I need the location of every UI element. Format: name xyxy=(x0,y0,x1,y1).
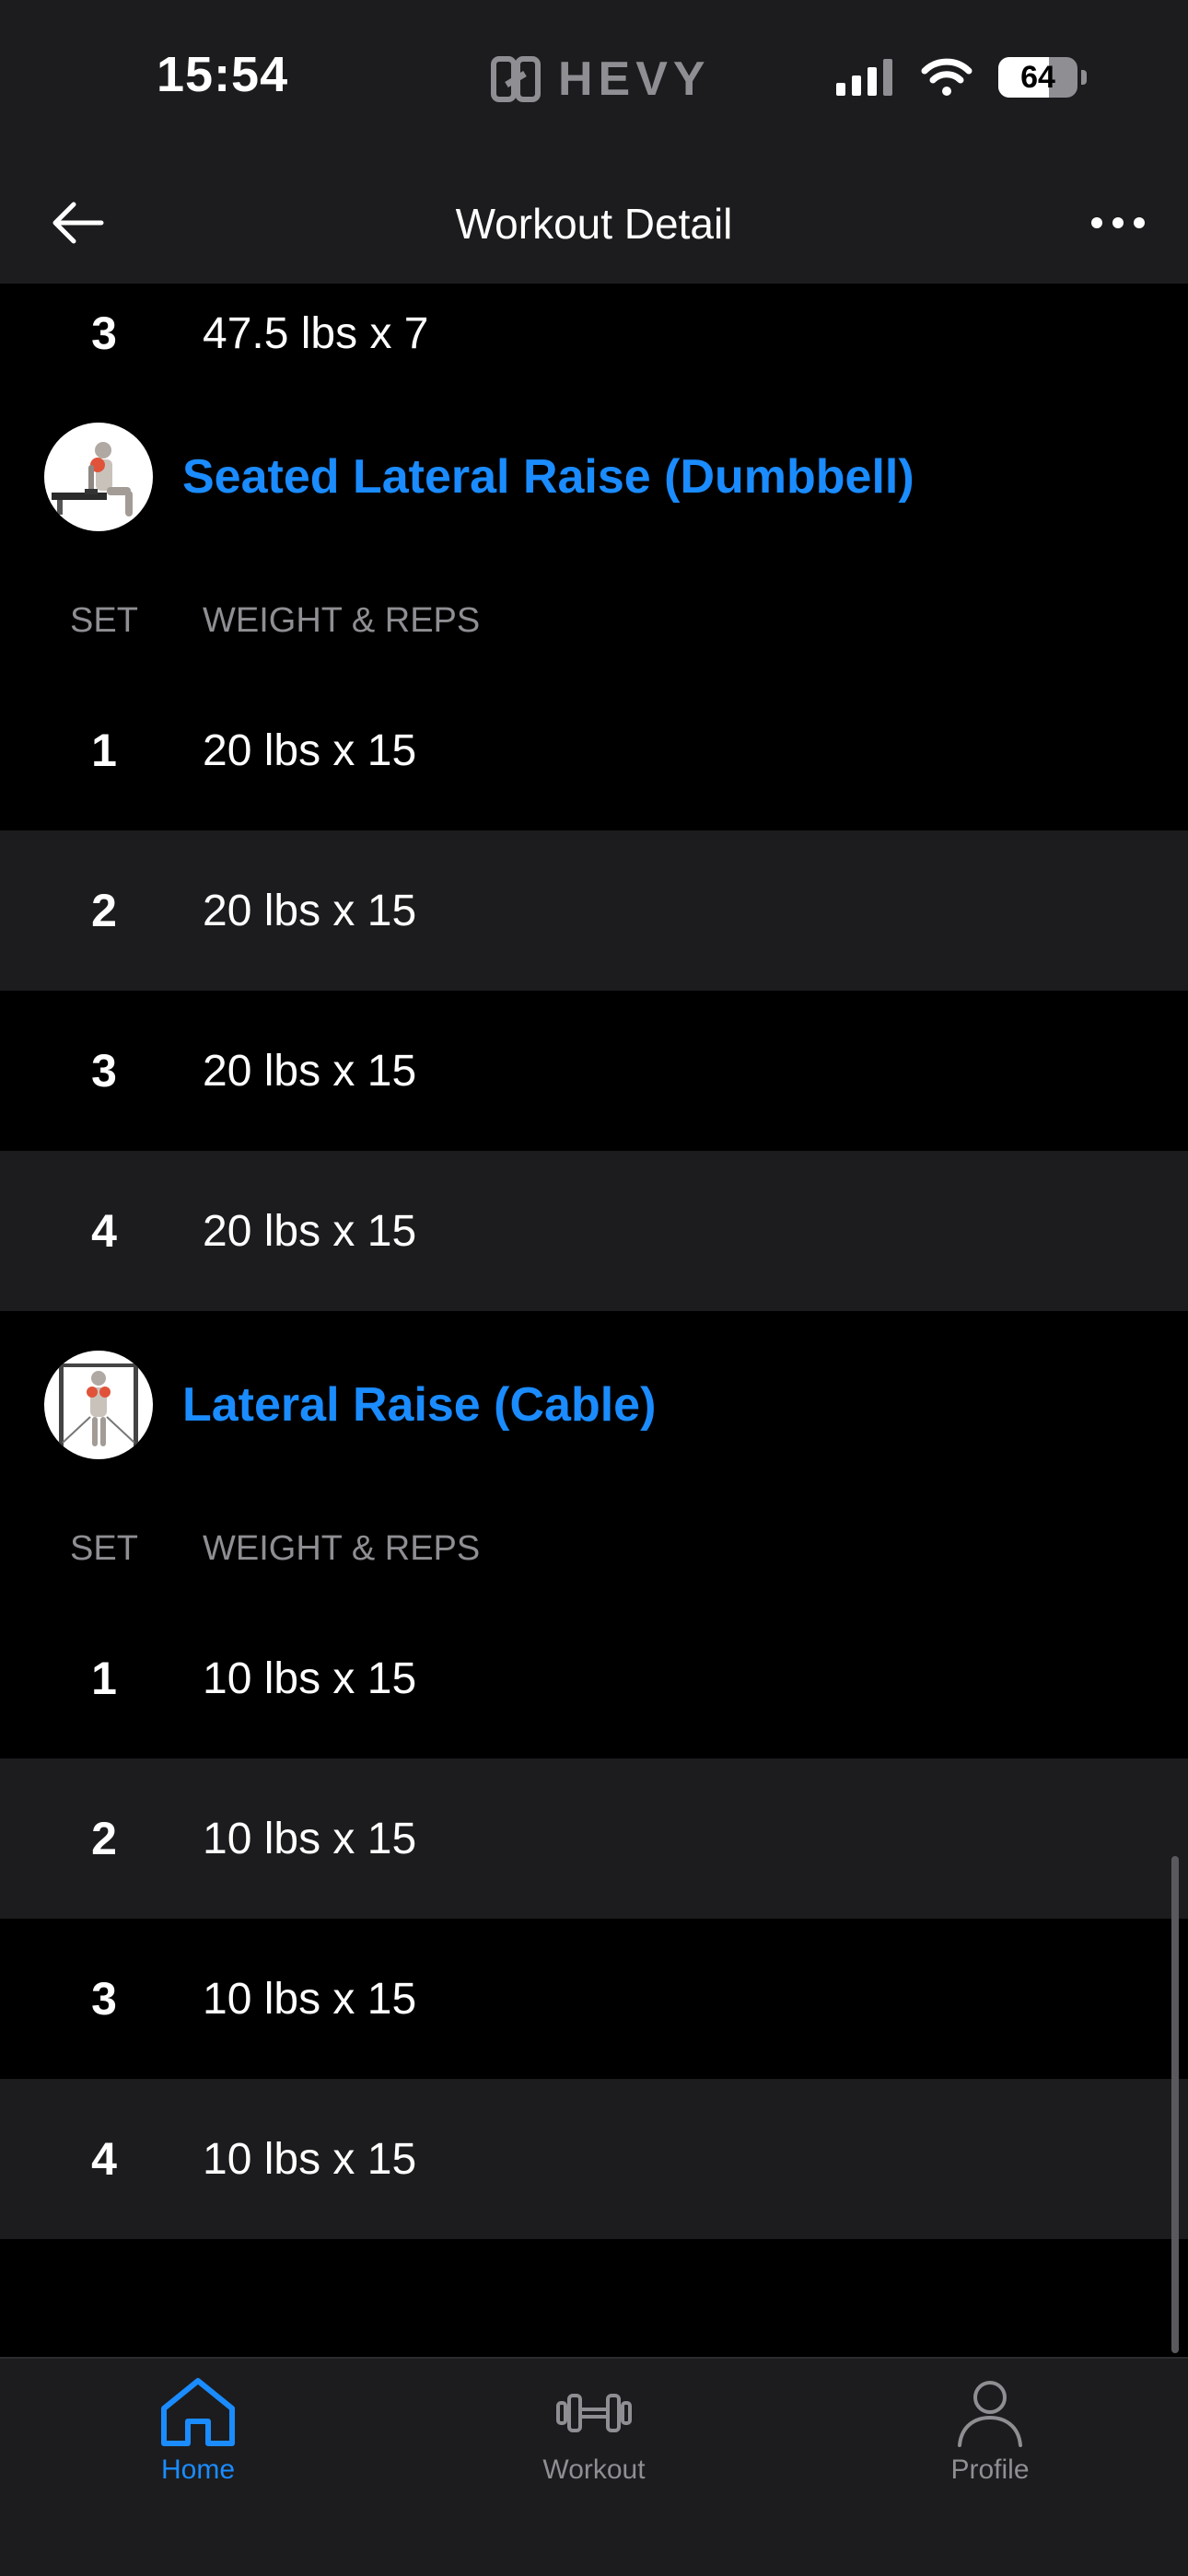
set-weight-reps: 10 lbs x 15 xyxy=(203,2134,417,2184)
tab-profile[interactable]: Profile xyxy=(792,2359,1188,2576)
tab-bar: Home Workout Profile xyxy=(0,2357,1188,2576)
signal-bars-icon xyxy=(836,59,892,96)
tab-home-label: Home xyxy=(160,2454,236,2485)
set-weight-reps: 20 lbs x 15 xyxy=(203,1206,417,1256)
weight-reps-column-header: WEIGHT & REPS xyxy=(203,600,481,640)
status-icons: 64 xyxy=(836,57,1087,98)
set-weight-reps: 20 lbs x 15 xyxy=(203,725,417,775)
exercise-title[interactable]: Lateral Raise (Cable) xyxy=(182,1377,656,1433)
set-row: 4 20 lbs x 15 xyxy=(0,1151,1188,1311)
set-number: 3 xyxy=(91,1045,117,1097)
column-headers: SET WEIGHT & REPS xyxy=(0,1499,1188,1598)
navigation-header: Workout Detail xyxy=(0,162,1188,284)
set-weight-reps: 20 lbs x 15 xyxy=(203,1046,417,1096)
more-options-button[interactable] xyxy=(1081,193,1155,252)
set-row: 3 20 lbs x 15 xyxy=(0,991,1188,1151)
set-weight-reps: 47.5 lbs x 7 xyxy=(203,308,429,358)
wifi-icon xyxy=(921,58,973,96)
set-row: 3 47.5 lbs x 7 xyxy=(0,284,1188,383)
set-number: 2 xyxy=(91,1813,117,1864)
status-bar: 15:54 HEVY 64 xyxy=(0,0,1188,162)
battery-level-text: 64 xyxy=(1020,59,1055,95)
set-number: 1 xyxy=(91,725,117,776)
set-row: 1 20 lbs x 15 xyxy=(0,670,1188,830)
hevy-logo-icon xyxy=(491,56,541,102)
set-column-header: SET xyxy=(70,600,138,640)
set-row: 2 20 lbs x 15 xyxy=(0,830,1188,991)
hevy-logo-text: HEVY xyxy=(558,52,711,106)
set-number: 1 xyxy=(91,1653,117,1704)
exercise-header[interactable]: Lateral Raise (Cable) xyxy=(0,1311,1188,1499)
exercise-thumbnail[interactable] xyxy=(44,423,153,531)
set-row: 2 10 lbs x 15 xyxy=(0,1758,1188,1919)
set-weight-reps: 20 lbs x 15 xyxy=(203,886,417,935)
set-number: 4 xyxy=(91,1205,117,1257)
set-column-header: SET xyxy=(70,1528,138,1568)
hevy-logo: HEVY xyxy=(486,52,711,107)
tab-workout[interactable]: Workout xyxy=(396,2359,792,2576)
weight-reps-column-header: WEIGHT & REPS xyxy=(203,1528,481,1568)
exercise-header[interactable]: Seated Lateral Raise (Dumbbell) xyxy=(0,383,1188,571)
exercise-thumbnail[interactable] xyxy=(44,1351,153,1459)
set-weight-reps: 10 lbs x 15 xyxy=(203,1654,417,1703)
tab-profile-label: Profile xyxy=(950,2454,1030,2485)
workout-detail-content[interactable]: 3 47.5 lbs x 7 Seated Lateral Raise (Dum… xyxy=(0,284,1188,2357)
seated-lateral-raise-illustration xyxy=(52,442,133,516)
tab-home[interactable]: Home xyxy=(0,2359,396,2576)
person-icon xyxy=(958,2381,1022,2447)
set-number: 2 xyxy=(91,885,117,936)
ellipsis-icon xyxy=(1091,217,1145,228)
set-weight-reps: 10 lbs x 15 xyxy=(203,1974,417,2024)
cable-lateral-raise-illustration xyxy=(59,1363,138,1448)
page-title: Workout Detail xyxy=(455,200,733,248)
set-number: 3 xyxy=(91,1973,117,2025)
set-row: 3 10 lbs x 15 xyxy=(0,1919,1188,2079)
battery-icon: 64 xyxy=(998,57,1077,98)
battery-nub xyxy=(1081,70,1087,85)
scrollbar[interactable] xyxy=(1171,1856,1179,2353)
column-headers: SET WEIGHT & REPS xyxy=(0,571,1188,670)
tab-workout-label: Workout xyxy=(542,2454,646,2485)
set-row: 4 10 lbs x 15 xyxy=(0,2079,1188,2239)
set-number: 4 xyxy=(91,2133,117,2185)
exercise-title[interactable]: Seated Lateral Raise (Dumbbell) xyxy=(182,449,914,505)
status-time: 15:54 xyxy=(157,47,289,102)
dumbbell-icon xyxy=(556,2394,632,2432)
set-number: 3 xyxy=(91,307,117,359)
set-weight-reps: 10 lbs x 15 xyxy=(203,1814,417,1863)
set-row: 1 10 lbs x 15 xyxy=(0,1598,1188,1758)
home-icon xyxy=(161,2378,235,2446)
